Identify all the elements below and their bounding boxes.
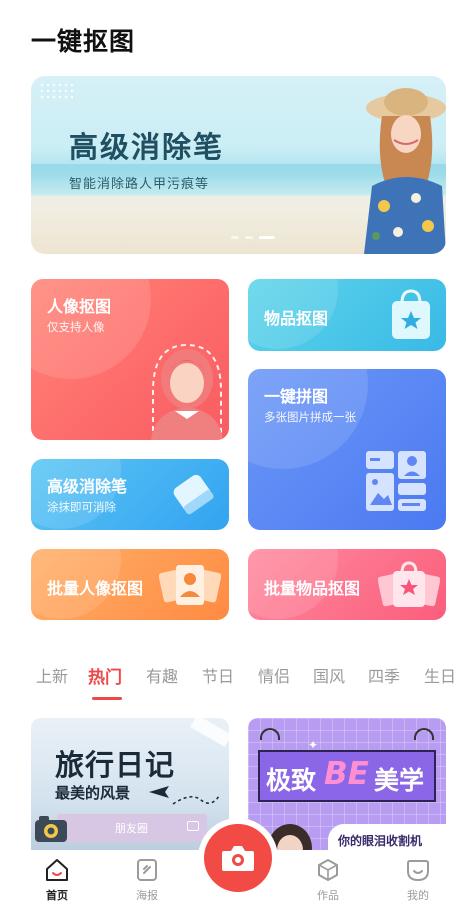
object-cutout-card[interactable]: 物品抠图: [248, 279, 446, 351]
camera-outline-icon: [187, 821, 199, 831]
banner-pager-dot-active[interactable]: [259, 236, 275, 239]
template-card-be-aesthetics[interactable]: 极致 BE 美学 ✦ 你的眼泪收割机: [248, 718, 446, 858]
collage-subtitle: 多张图片拼成一张: [264, 410, 356, 424]
nav-works[interactable]: 作品: [303, 857, 353, 903]
tab-new[interactable]: 上新: [36, 663, 68, 687]
tab-active-indicator: [92, 697, 122, 700]
category-tabs: 上新 热门 有趣 节日 情侣 国风 四季 生日: [0, 663, 465, 703]
template-card-travel-diary[interactable]: 旅行日记 最美的风景 朋友圈: [31, 718, 229, 858]
template-binder-rings: [260, 728, 434, 740]
banner-model-image: [364, 88, 446, 254]
batch-portrait-cutout-card[interactable]: 批量人像抠图: [31, 549, 229, 620]
advanced-eraser-title: 高级消除笔: [47, 477, 128, 496]
shopping-bag-stack-icon: [378, 561, 440, 607]
promo-banner[interactable]: 高级消除笔 智能消除路人甲污痕等: [31, 76, 446, 254]
template-tag: 朋友圈: [115, 822, 148, 835]
camera-icon: [222, 846, 254, 871]
profile-face-icon: [407, 860, 429, 882]
portrait-cutout-subtitle: 仅支持人像: [47, 320, 105, 334]
portrait-stack-icon: [159, 565, 221, 605]
banner-title: 高级消除笔: [69, 130, 225, 164]
tab-couple[interactable]: 情侣: [258, 663, 290, 687]
banner-subtitle: 智能消除路人甲污痕等: [69, 177, 210, 192]
works-box-icon: [318, 859, 338, 881]
template-ribbon-text: 你的眼泪收割机: [338, 834, 423, 848]
object-cutout-title: 物品抠图: [264, 309, 329, 328]
airplane-icon: [149, 786, 169, 798]
tab-fun[interactable]: 有趣: [146, 663, 178, 687]
template-title: 旅行日记: [55, 748, 176, 782]
portrait-silhouette-icon: [151, 343, 223, 440]
batch-object-cutout-card[interactable]: 批量物品抠图: [248, 549, 446, 620]
banner-pager: [231, 236, 275, 239]
tab-hot[interactable]: 热门: [88, 663, 122, 688]
tab-chinese-style[interactable]: 国风: [313, 663, 345, 687]
nav-home[interactable]: 首页: [32, 857, 82, 903]
nav-works-label: 作品: [317, 889, 339, 902]
batch-object-cutout-title: 批量物品抠图: [264, 579, 361, 598]
template-text-right: 美学: [374, 766, 425, 795]
template-text-highlight: BE: [324, 756, 369, 792]
portrait-cutout-card[interactable]: 人像抠图 仅支持人像: [31, 279, 229, 440]
advanced-eraser-card[interactable]: 高级消除笔 涂抹即可消除: [31, 459, 229, 530]
collage-title: 一键拼图: [264, 387, 329, 406]
camera-button[interactable]: [204, 824, 272, 892]
nav-poster[interactable]: 海报: [122, 857, 172, 903]
template-headline-box: 极致 BE 美学: [258, 750, 436, 802]
advanced-eraser-subtitle: 涂抹即可消除: [47, 500, 116, 514]
shopping-bag-icon: [392, 289, 430, 339]
page-title: 一键抠图: [31, 27, 136, 56]
eraser-icon: [173, 474, 214, 515]
template-tape: [190, 718, 229, 748]
tab-seasons[interactable]: 四季: [368, 663, 400, 687]
nav-profile[interactable]: 我的: [393, 857, 443, 903]
tab-festival[interactable]: 节日: [202, 663, 234, 687]
nav-profile-label: 我的: [407, 889, 429, 902]
batch-portrait-cutout-title: 批量人像抠图: [47, 579, 144, 598]
collage-grid-icon: [366, 451, 426, 511]
tab-birthday[interactable]: 生日: [424, 663, 456, 687]
banner-pager-dot[interactable]: [245, 236, 253, 239]
banner-pager-dot[interactable]: [231, 236, 239, 239]
template-sparkle: ✦: [308, 738, 319, 752]
nav-poster-label: 海报: [136, 889, 158, 902]
template-photo-strip: 朋友圈: [57, 814, 207, 842]
vintage-camera-icon: [35, 816, 67, 842]
portrait-cutout-title: 人像抠图: [47, 297, 112, 316]
dashed-path-decoration: [172, 795, 220, 805]
collage-card[interactable]: 一键拼图 多张图片拼成一张: [248, 369, 446, 530]
nav-home-label: 首页: [46, 889, 68, 902]
poster-icon: [137, 859, 157, 881]
template-text-left: 极致: [266, 766, 317, 795]
home-icon: [46, 859, 68, 881]
template-subtitle: 最美的风景: [55, 784, 131, 802]
banner-dot-pattern: [39, 82, 73, 102]
